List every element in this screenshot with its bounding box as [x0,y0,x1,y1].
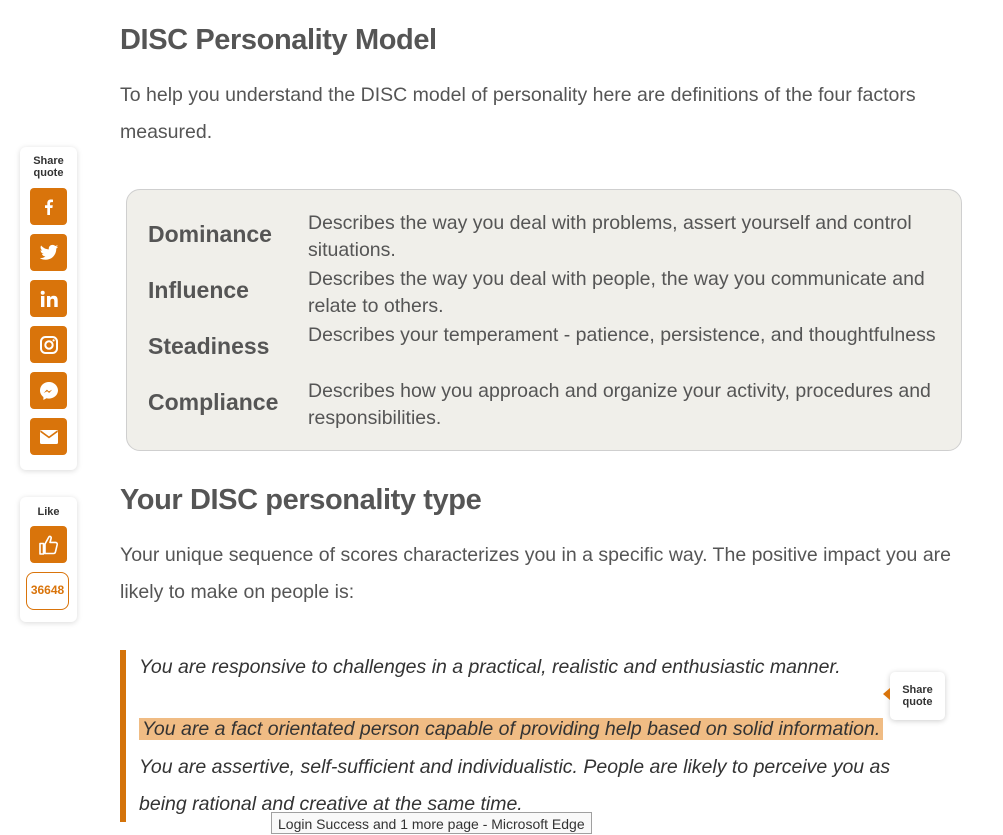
linkedin-share-button[interactable] [30,280,67,317]
factor-compliance-term: Compliance [148,389,279,415]
instagram-share-button[interactable] [30,326,67,363]
like-panel: Like 36648 [20,497,77,622]
page-title: DISC Personality Model [120,24,437,56]
factor-influence-description: Describes the way you deal with people, … [308,268,925,317]
factor-influence-term: Influence [148,277,249,303]
disc-definitions-panel: Dominance Describes the way you deal wit… [126,189,962,451]
twitter-share-button[interactable] [30,234,67,271]
email-icon [39,429,58,444]
like-count: 36648 [26,572,69,610]
thumbs-up-icon [38,535,58,555]
like-button[interactable] [30,526,67,563]
twitter-icon [39,244,58,260]
intro-paragraph: To help you understand the DISC model of… [120,84,916,143]
instagram-icon [39,335,58,354]
personality-type-intro: Your unique sequence of scores character… [120,544,952,603]
floating-share-quote-button[interactable]: Share quote [883,672,945,720]
quote-line-2-highlighted[interactable]: You are a fact orientated person capable… [139,711,919,748]
factor-dominance-term: Dominance [148,221,272,247]
factor-steadiness-description: Describes your temperament - patience, p… [308,324,936,346]
share-quote-label: Share quote [33,155,64,179]
factor-steadiness-term: Steadiness [148,333,270,359]
facebook-icon [44,199,53,215]
share-quote-panel: Share quote [20,147,77,470]
taskbar-tooltip: Login Success and 1 more page - Microsof… [271,812,592,834]
like-label: Like [37,506,60,518]
quote-border [120,650,126,822]
messenger-share-button[interactable] [30,372,67,409]
factor-compliance-description: Describes how you approach and organize … [308,380,931,429]
selected-text[interactable]: You are a fact orientated person capable… [139,718,884,740]
personality-type-heading: Your DISC personality type [120,484,482,516]
factor-dominance-description: Describes the way you deal with problems… [308,212,912,261]
messenger-icon [39,381,58,400]
quote-line-1[interactable]: You are responsive to challenges in a pr… [139,649,919,686]
email-share-button[interactable] [30,418,67,455]
facebook-share-button[interactable] [30,188,67,225]
linkedin-icon [40,290,58,307]
